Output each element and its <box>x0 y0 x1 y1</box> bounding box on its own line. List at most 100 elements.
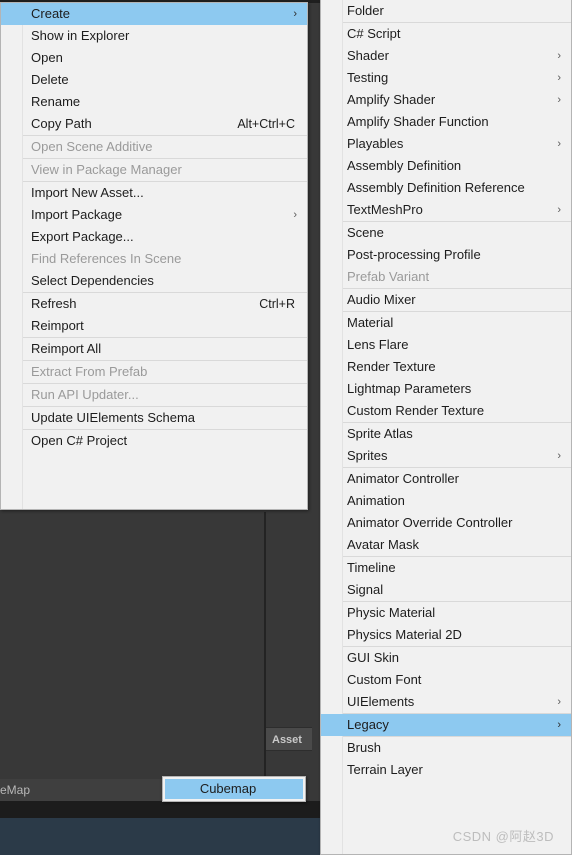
inspector-asset-text: Asset <box>272 734 302 746</box>
chevron-right-icon: › <box>293 8 297 20</box>
context-menu-item-open-scene-additive: Open Scene Additive <box>1 136 307 158</box>
create-menu-item-timeline[interactable]: Timeline <box>321 557 571 579</box>
context-menu-item-update-uielements-schema[interactable]: Update UIElements Schema <box>1 407 307 429</box>
legacy-submenu[interactable]: Cubemap <box>162 776 306 802</box>
menu-item-label: Rename <box>31 94 81 109</box>
context-menu-item-rename[interactable]: Rename <box>1 91 307 113</box>
context-menu-item-export-package[interactable]: Export Package... <box>1 226 307 248</box>
legacy-menu-item-list: Cubemap <box>165 779 303 799</box>
create-submenu[interactable]: Folder C# Script Shader › Testing › Amplify Sh… <box>320 0 572 855</box>
context-menu-item-reimport-all[interactable]: Reimport All <box>1 338 307 360</box>
create-menu-item-legacy[interactable]: Legacy › <box>321 714 571 736</box>
context-menu-item-import-package[interactable]: Import Package › <box>1 204 307 226</box>
create-menu-item-signal[interactable]: Signal <box>321 579 571 601</box>
context-menu-item-refresh[interactable]: Refresh Ctrl+R <box>1 293 307 315</box>
create-menu-item-custom-font[interactable]: Custom Font <box>321 669 571 691</box>
project-asset-row-label: eMap <box>0 783 31 797</box>
create-menu-item-animation[interactable]: Animation <box>321 490 571 512</box>
create-menu-item-folder[interactable]: Folder <box>321 0 571 22</box>
menu-item-label: Brush <box>347 740 381 755</box>
menu-item-label: Shader <box>347 48 389 63</box>
menu-item-label: Physics Material 2D <box>347 627 462 642</box>
create-menu-item-assembly-definition-reference[interactable]: Assembly Definition Reference <box>321 177 571 199</box>
menu-item-label: Render Texture <box>347 359 436 374</box>
create-menu-item-physics-material-2d[interactable]: Physics Material 2D <box>321 624 571 646</box>
inspector-panel <box>266 512 312 805</box>
menu-item-label: Lens Flare <box>347 337 409 352</box>
menu-item-label: Sprites <box>347 448 388 463</box>
menu-item-label: Refresh <box>31 296 77 311</box>
chevron-right-icon: › <box>557 72 561 84</box>
context-menu-item-extract-from-prefab: Extract From Prefab <box>1 361 307 383</box>
menu-item-label: TextMeshPro <box>347 202 423 217</box>
create-menu-item-c-script[interactable]: C# Script <box>321 23 571 45</box>
create-menu-item-render-texture[interactable]: Render Texture <box>321 356 571 378</box>
menu-item-label: Folder <box>347 3 384 18</box>
menu-item-label: Lightmap Parameters <box>347 381 472 396</box>
menu-item-label: Avatar Mask <box>347 537 420 552</box>
menu-item-label: Testing <box>347 70 389 85</box>
create-menu-item-uielements[interactable]: UIElements › <box>321 691 571 713</box>
menu-item-label: Custom Render Texture <box>347 403 485 418</box>
create-menu-item-material[interactable]: Material <box>321 312 571 334</box>
menu-item-label: Open <box>31 50 63 65</box>
context-menu-item-select-dependencies[interactable]: Select Dependencies <box>1 270 307 292</box>
menu-item-label: Open Scene Additive <box>31 139 153 154</box>
create-menu-item-post-processing-profile[interactable]: Post-processing Profile <box>321 244 571 266</box>
asset-context-menu[interactable]: Create › Show in Explorer Open Delete Rename C… <box>0 2 308 510</box>
create-menu-item-textmeshpro[interactable]: TextMeshPro › <box>321 199 571 221</box>
chevron-right-icon: › <box>557 696 561 708</box>
create-menu-item-animator-override-controller[interactable]: Animator Override Controller <box>321 512 571 534</box>
chevron-right-icon: › <box>557 94 561 106</box>
context-menu-item-copy-path[interactable]: Copy Path Alt+Ctrl+C <box>1 113 307 135</box>
menu-item-label: Find References In Scene <box>31 251 182 266</box>
menu-item-label: Terrain Layer <box>347 762 423 777</box>
create-menu-item-amplify-shader[interactable]: Amplify Shader › <box>321 89 571 111</box>
create-menu-item-audio-mixer[interactable]: Audio Mixer <box>321 289 571 311</box>
chevron-right-icon: › <box>293 209 297 221</box>
create-menu-item-amplify-shader-function[interactable]: Amplify Shader Function <box>321 111 571 133</box>
menu-item-label: Select Dependencies <box>31 273 154 288</box>
create-menu-item-lightmap-parameters[interactable]: Lightmap Parameters <box>321 378 571 400</box>
menu-item-label: Animation <box>347 493 405 508</box>
create-menu-item-playables[interactable]: Playables › <box>321 133 571 155</box>
create-menu-item-assembly-definition[interactable]: Assembly Definition <box>321 155 571 177</box>
create-menu-item-sprites[interactable]: Sprites › <box>321 445 571 467</box>
context-menu-item-view-in-package-manager: View in Package Manager <box>1 159 307 181</box>
menu-item-label: Open C# Project <box>31 433 128 448</box>
menu-item-label: Import Package <box>31 207 123 222</box>
menu-item-label: Signal <box>347 582 384 597</box>
create-menu-item-shader[interactable]: Shader › <box>321 45 571 67</box>
context-menu-item-open[interactable]: Open <box>1 47 307 69</box>
create-menu-item-avatar-mask[interactable]: Avatar Mask <box>321 534 571 556</box>
menu-item-label: Physic Material <box>347 605 436 620</box>
menu-item-shortcut: Ctrl+R <box>259 297 295 311</box>
context-menu-item-import-new-asset[interactable]: Import New Asset... <box>1 182 307 204</box>
chevron-right-icon: › <box>557 719 561 731</box>
menu-item-label: Delete <box>31 72 69 87</box>
create-menu-item-testing[interactable]: Testing › <box>321 67 571 89</box>
create-menu-item-physic-material[interactable]: Physic Material <box>321 602 571 624</box>
menu-item-label: Reimport <box>31 318 84 333</box>
menu-item-label: UIElements <box>347 694 415 709</box>
create-menu-item-scene[interactable]: Scene <box>321 222 571 244</box>
chevron-right-icon: › <box>557 50 561 62</box>
create-menu-item-gui-skin[interactable]: GUI Skin <box>321 647 571 669</box>
context-menu-item-delete[interactable]: Delete <box>1 69 307 91</box>
context-menu-item-find-references-in-scene: Find References In Scene <box>1 248 307 270</box>
menu-item-label: Show in Explorer <box>31 28 130 43</box>
menu-item-label: Playables <box>347 136 404 151</box>
chevron-right-icon: › <box>557 204 561 216</box>
context-menu-item-show-in-explorer[interactable]: Show in Explorer <box>1 25 307 47</box>
create-menu-item-sprite-atlas[interactable]: Sprite Atlas <box>321 423 571 445</box>
context-menu-item-create[interactable]: Create › <box>1 3 307 25</box>
legacy-menu-item-cubemap[interactable]: Cubemap <box>165 779 303 799</box>
create-menu-item-lens-flare[interactable]: Lens Flare <box>321 334 571 356</box>
create-menu-item-custom-render-texture[interactable]: Custom Render Texture <box>321 400 571 422</box>
context-menu-item-reimport[interactable]: Reimport <box>1 315 307 337</box>
create-menu-item-brush[interactable]: Brush <box>321 737 571 759</box>
create-menu-item-terrain-layer[interactable]: Terrain Layer <box>321 759 571 781</box>
context-menu-item-open-c-project[interactable]: Open C# Project <box>1 430 307 452</box>
create-menu-item-animator-controller[interactable]: Animator Controller <box>321 468 571 490</box>
menu-item-label: Animator Controller <box>347 471 459 486</box>
